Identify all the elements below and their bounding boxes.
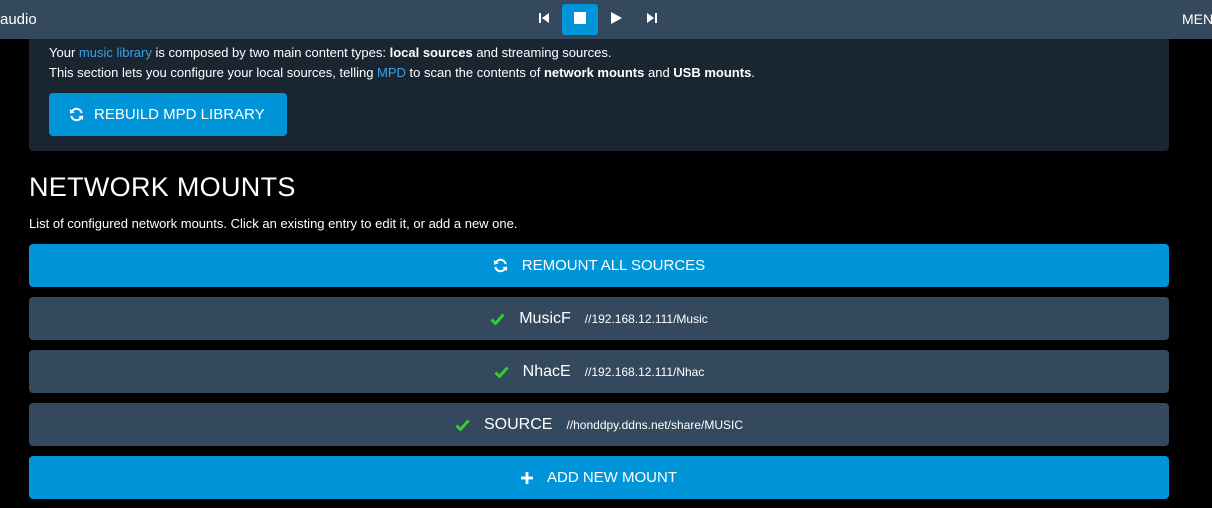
mount-name: NhacE xyxy=(522,362,571,380)
mount-path: //192.168.12.111/Nhac xyxy=(584,364,705,379)
intro-line-2: This section lets you configure your loc… xyxy=(49,65,755,80)
intro-text: . xyxy=(751,65,755,80)
check-icon xyxy=(494,366,509,378)
network-mounts-description: List of configured network mounts. Click… xyxy=(29,216,518,231)
remount-all-button[interactable]: REMOUNT ALL SOURCES xyxy=(29,244,1169,287)
play-button[interactable] xyxy=(598,4,634,35)
intro-text: Your xyxy=(49,45,79,60)
mount-row-nhace[interactable]: NhacE //192.168.12.111/Nhac xyxy=(29,350,1169,393)
music-library-link[interactable]: music library xyxy=(79,45,152,60)
refresh-icon xyxy=(69,107,84,122)
add-new-mount-button[interactable]: ADD NEW MOUNT xyxy=(29,456,1169,499)
mount-row-source[interactable]: SOURCE //honddpy.ddns.net/share/MUSIC xyxy=(29,403,1169,446)
previous-button[interactable] xyxy=(526,4,562,35)
mount-path: //192.168.12.111/Music xyxy=(584,311,708,326)
stop-icon xyxy=(574,11,586,29)
intro-text: is composed by two main content types: xyxy=(151,45,390,60)
next-button[interactable] xyxy=(634,4,670,35)
intro-bold-text: local sources xyxy=(389,45,473,60)
mpd-link[interactable]: MPD xyxy=(377,65,406,80)
app-brand[interactable]: audio xyxy=(0,0,37,39)
check-icon xyxy=(455,419,470,431)
mount-path: //honddpy.ddns.net/share/MUSIC xyxy=(566,417,743,432)
network-mounts-title: NETWORK MOUNTS xyxy=(29,172,296,202)
top-navbar: audio MENU xyxy=(0,0,1212,39)
skip-forward-icon xyxy=(646,11,658,29)
skip-back-icon xyxy=(538,11,550,29)
intro-line-1: Your music library is composed by two ma… xyxy=(49,45,611,60)
stop-button[interactable] xyxy=(562,4,598,35)
rebuild-label: REBUILD MPD LIBRARY xyxy=(94,106,265,123)
intro-text: This section lets you configure your loc… xyxy=(49,65,378,80)
playback-controls xyxy=(526,4,670,35)
intro-text: and streaming sources. xyxy=(472,45,612,60)
intro-bold-text: network mounts xyxy=(543,65,645,80)
mount-row-musicf[interactable]: MusicF //192.168.12.111/Music xyxy=(29,297,1169,340)
refresh-icon xyxy=(493,258,508,273)
intro-text: and xyxy=(644,65,674,80)
menu-button[interactable]: MENU xyxy=(1182,0,1212,39)
mount-name: MusicF xyxy=(519,309,571,327)
add-mount-label: ADD NEW MOUNT xyxy=(547,469,677,486)
mount-name: SOURCE xyxy=(484,415,553,433)
check-icon xyxy=(490,313,505,325)
play-icon xyxy=(610,11,622,29)
remount-label: REMOUNT ALL SOURCES xyxy=(521,257,706,274)
library-info-panel: Your music library is composed by two ma… xyxy=(29,39,1169,151)
rebuild-library-button[interactable]: REBUILD MPD LIBRARY xyxy=(49,93,287,136)
intro-text: to scan the contents of xyxy=(405,65,544,80)
intro-bold-text: USB mounts xyxy=(673,65,752,80)
plus-icon xyxy=(521,471,533,484)
